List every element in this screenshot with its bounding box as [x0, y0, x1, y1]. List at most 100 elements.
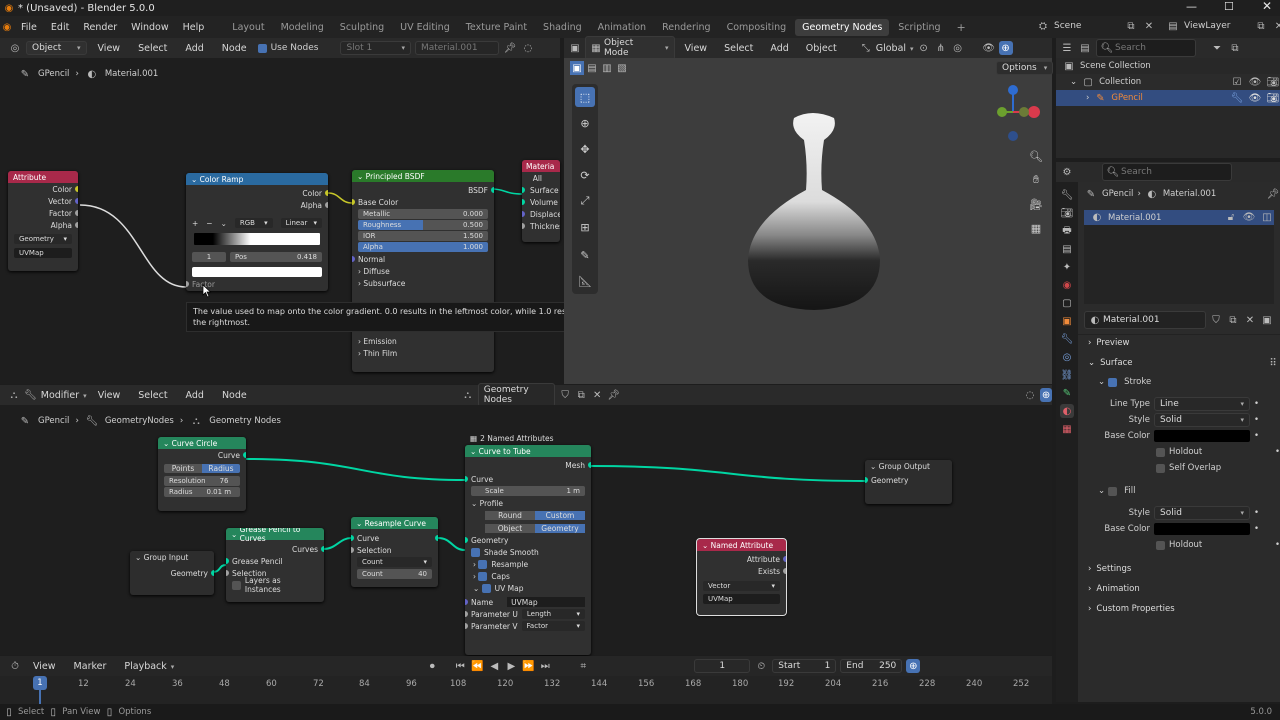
gizmo-icon[interactable]: ⊕: [998, 41, 1013, 55]
close-button[interactable]: ✕: [1262, 0, 1272, 13]
outliner-editor-icon[interactable]: ☰: [1060, 41, 1074, 55]
display-mode-icon[interactable]: ▤: [1078, 41, 1092, 55]
minimize-button[interactable]: —: [1186, 0, 1197, 13]
vp-menu-object[interactable]: Object: [799, 43, 844, 54]
curve-to-tube-header[interactable]: ⌄ Curve to Tube: [465, 445, 591, 457]
maximize-button[interactable]: ☐: [1224, 0, 1234, 13]
ctt-profile-panel[interactable]: ⌄ Profile: [465, 497, 591, 509]
transform-orientation-icon[interactable]: ⤡: [859, 41, 873, 55]
blender-menu-icon[interactable]: ◉: [0, 20, 14, 34]
tab-scripting[interactable]: Scripting: [891, 19, 947, 36]
socket[interactable]: [243, 452, 246, 458]
pan-hand-icon[interactable]: ✋︎: [1026, 170, 1046, 190]
scene-tab-icon[interactable]: ✦: [1060, 260, 1074, 274]
thin-film-panel[interactable]: › Thin Film: [352, 347, 494, 359]
socket[interactable]: [325, 202, 328, 208]
pin-icon[interactable]: 📌︎: [607, 388, 620, 402]
object-type-dropdown[interactable]: Object: [26, 41, 87, 55]
link-options-icon[interactable]: ▣: [1260, 313, 1274, 327]
attr-type-dropdown[interactable]: Geometry ▾: [14, 234, 72, 244]
tab-sculpting[interactable]: Sculpting: [333, 19, 391, 36]
surface-panel[interactable]: ⌄ Surface ⠿: [1078, 355, 1280, 371]
ramp-stop-color-swatch[interactable]: [192, 267, 322, 277]
ramp-interp-dropdown[interactable]: Linear ▾: [280, 218, 322, 228]
socket[interactable]: [865, 477, 868, 483]
duplicate-icon[interactable]: ⧉: [575, 388, 587, 402]
named-attribute-header[interactable]: ⌄ Named Attribute: [697, 539, 786, 551]
playhead-marker[interactable]: 1: [33, 676, 47, 690]
view-layer-tab-icon[interactable]: ▤: [1060, 242, 1074, 256]
material-tab-icon[interactable]: ◐: [1060, 404, 1074, 418]
geo-editor-type-icon[interactable]: ⛬: [8, 388, 20, 402]
socket[interactable]: [351, 547, 354, 553]
node-tree-icon[interactable]: ⛬: [462, 388, 474, 402]
group-output-header[interactable]: ⌄ Group Output: [865, 460, 952, 472]
base-color-swatch[interactable]: [1154, 430, 1250, 442]
camera-view-icon[interactable]: 🎥︎: [1026, 194, 1046, 214]
viewport-editor-icon[interactable]: ▣: [568, 41, 582, 55]
shader-menu-add[interactable]: Add: [178, 43, 210, 54]
tab-geometry-nodes[interactable]: Geometry Nodes: [795, 18, 890, 36]
proportional-edit-icon[interactable]: ◎: [951, 41, 965, 55]
preview-range-icon[interactable]: ⏲︎: [754, 659, 768, 673]
pivot-icon[interactable]: ⊙: [917, 41, 931, 55]
outliner-gpencil[interactable]: › ✎ GPencil 🔧︎ 👁︎ 📷︎: [1056, 90, 1280, 106]
subsurface-panel[interactable]: › Subsurface: [352, 277, 494, 289]
start-frame-field[interactable]: Start 1: [772, 659, 837, 673]
keying-icon[interactable]: ⌗: [576, 659, 590, 673]
modifiers-tab-icon[interactable]: 🔧︎: [1060, 332, 1074, 346]
settings-panel[interactable]: › Settings: [1078, 561, 1280, 577]
render-tab-icon[interactable]: 📷︎: [1060, 206, 1074, 220]
line-type-dropdown[interactable]: Line: [1154, 397, 1250, 411]
camera-icon[interactable]: 📷︎: [1266, 75, 1280, 89]
end-frame-field[interactable]: End 250: [840, 659, 903, 673]
lock-icon[interactable]: 🔓︎: [1224, 211, 1238, 225]
socket[interactable]: [522, 211, 525, 217]
tab-texture-paint[interactable]: Texture Paint: [459, 19, 534, 36]
select-extend-mode-icon[interactable]: ▤: [585, 61, 599, 75]
attr-name-field[interactable]: UVMap: [14, 248, 72, 258]
curve-to-tube-node[interactable]: ⌄ Curve to Tube Mesh Curve Scale 1 m ⌄ Pr…: [465, 445, 591, 655]
geo-menu-view[interactable]: View: [91, 390, 128, 401]
duplicate-icon[interactable]: ⧉: [1226, 313, 1240, 327]
annotate-tool-icon[interactable]: ✎: [575, 245, 595, 265]
roughness-field[interactable]: Roughness 0.500: [358, 220, 488, 230]
expand-icon[interactable]: ›: [1086, 93, 1089, 103]
fill-style-dropdown[interactable]: Solid: [1154, 506, 1250, 520]
scale-tool-icon[interactable]: ⤢: [575, 191, 595, 211]
ctt-caps-option[interactable]: › Caps: [465, 570, 591, 582]
socket[interactable]: [465, 623, 468, 629]
constraints-tab-icon[interactable]: ⛓︎: [1060, 368, 1074, 382]
output-tab-icon[interactable]: 🖶︎: [1060, 224, 1074, 238]
socket[interactable]: [75, 186, 78, 192]
unlink-icon[interactable]: ✕: [1243, 313, 1257, 327]
socket[interactable]: [435, 535, 438, 541]
cc-mode-points[interactable]: Points: [164, 463, 202, 473]
fake-user-icon[interactable]: ⛉: [1209, 313, 1223, 327]
perspective-toggle-icon[interactable]: ▦: [1026, 218, 1046, 238]
camera-icon[interactable]: 📷︎: [1266, 91, 1280, 105]
emission-panel[interactable]: › Emission: [352, 335, 494, 347]
na-name-field[interactable]: UVMap: [703, 594, 780, 604]
principled-header[interactable]: ⌄ Principled BSDF: [352, 170, 494, 182]
outliner-search[interactable]: 🔍︎ Search: [1096, 39, 1196, 57]
named-attribute-node[interactable]: ⌄ Named Attribute Attribute Exists Vecto…: [696, 538, 787, 616]
outliner-scene-collection[interactable]: ▣ Scene Collection: [1056, 58, 1280, 74]
socket[interactable]: [352, 199, 355, 205]
principled-bsdf-node[interactable]: ⌄ Principled BSDF BSDF Base Color Metall…: [352, 170, 494, 372]
shader-menu-select[interactable]: Select: [131, 43, 174, 54]
stroke-subpanel[interactable]: ⌄ Stroke: [1078, 374, 1280, 390]
world-tab-icon[interactable]: ◉: [1060, 278, 1074, 292]
geo-menu-node[interactable]: Node: [215, 390, 254, 401]
timeline-editor-icon[interactable]: ⏱︎: [8, 659, 22, 673]
socket[interactable]: [491, 187, 494, 193]
new-viewlayer-icon[interactable]: ⧉: [1254, 19, 1268, 33]
remove-stop-icon[interactable]: −: [206, 219, 212, 228]
move-tool-icon[interactable]: ✥: [575, 139, 595, 159]
ctt-custom-option[interactable]: Custom: [535, 510, 585, 520]
material-slot-item[interactable]: ◐ Material.001 🔓︎ 👁︎ ◫: [1084, 210, 1274, 225]
pin-icon[interactable]: 📌︎: [1266, 187, 1280, 201]
socket[interactable]: [351, 535, 354, 541]
modifier-icon[interactable]: 🔧︎: [1230, 91, 1244, 105]
socket[interactable]: [75, 222, 78, 228]
